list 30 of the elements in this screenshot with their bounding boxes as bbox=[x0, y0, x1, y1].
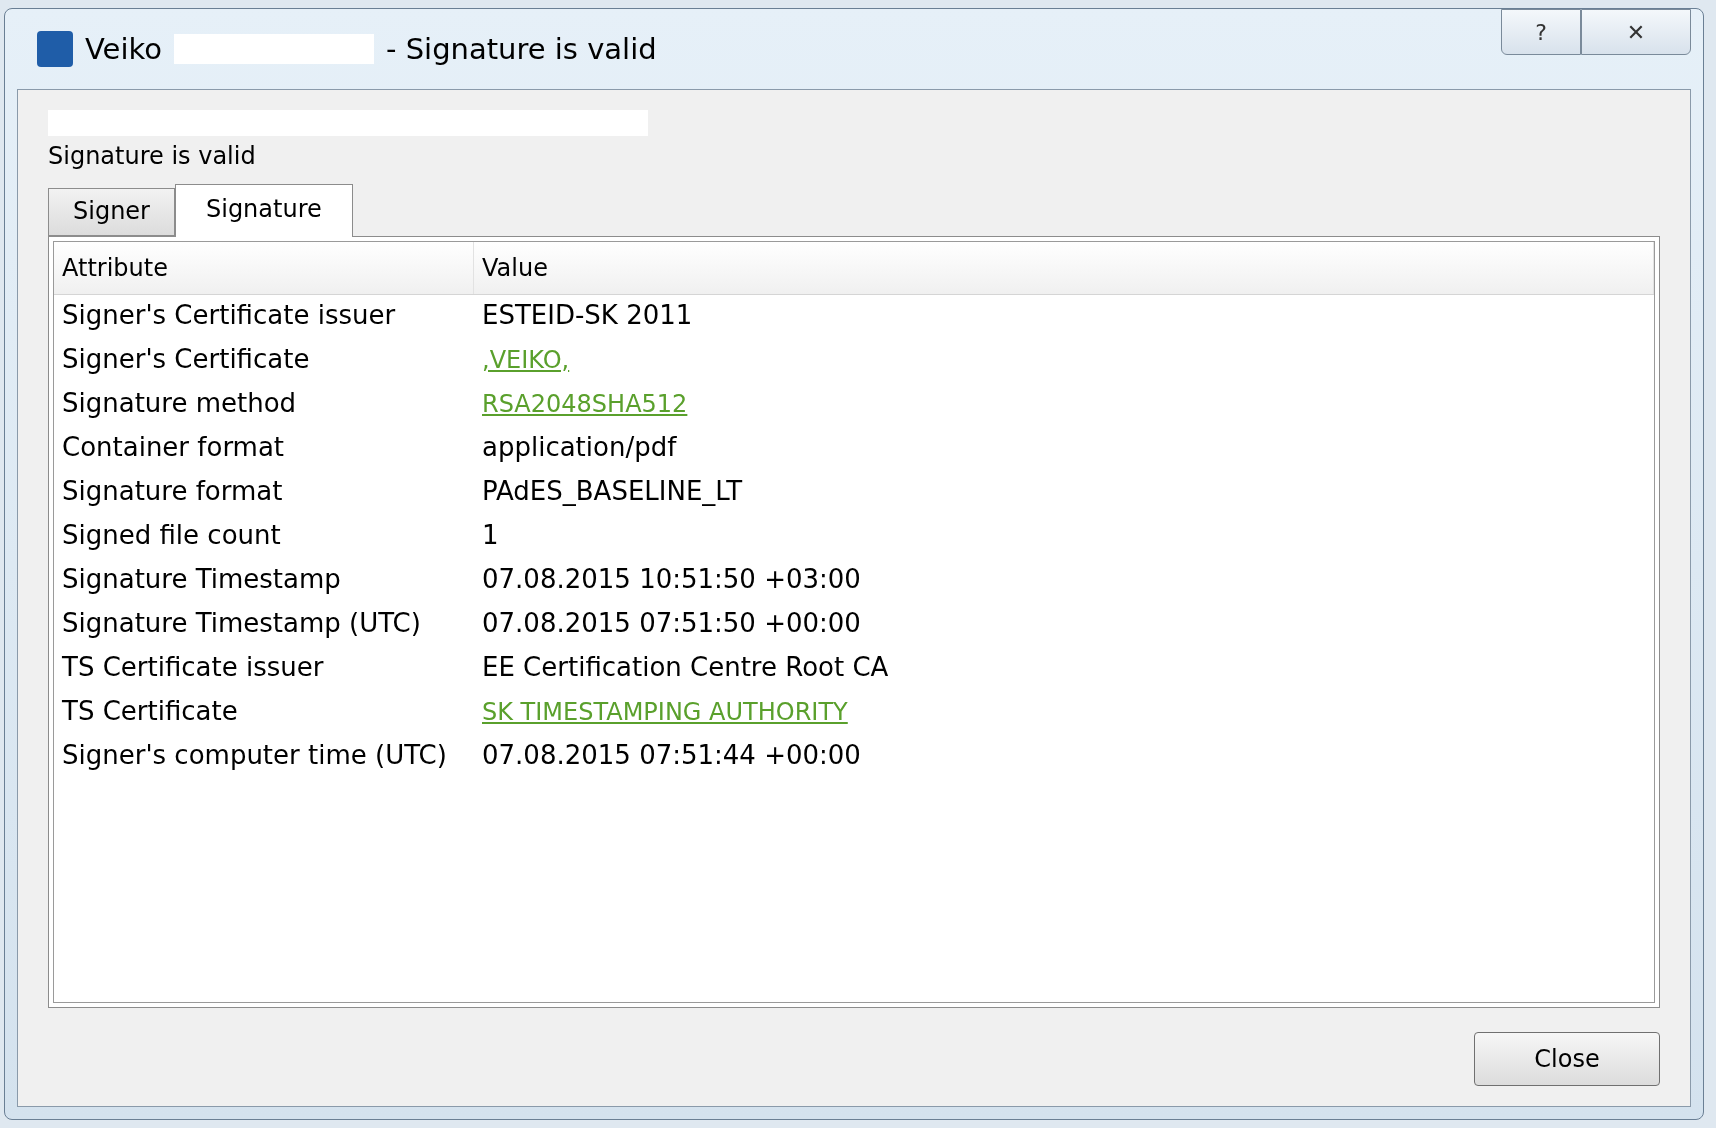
close-button[interactable]: ✕ bbox=[1581, 9, 1691, 55]
attribute-cell-text: Signed file count bbox=[61, 519, 282, 552]
value-cell-text: 07.08.2015 07:51:50 +00:00 bbox=[481, 607, 862, 640]
value-cell-text: ESTEID-SK 2011 bbox=[481, 299, 694, 332]
attribute-cell-text: Signer's Certificate bbox=[61, 343, 311, 376]
value-cell-text: 07.08.2015 07:51:44 +00:00 bbox=[481, 739, 862, 772]
value-cell-text: application/pdf bbox=[481, 431, 678, 464]
value-cell-text: EE Certification Centre Root CA bbox=[481, 651, 890, 684]
status-text: Signature is valid bbox=[48, 142, 257, 170]
value-cell-text: PAdES_BASELINE_LT bbox=[481, 475, 744, 508]
attribute-cell-text: Signature format bbox=[61, 475, 284, 508]
attribute-cell-text: Signature method bbox=[61, 387, 298, 420]
column-header: Value bbox=[474, 242, 1654, 294]
column-header: Attribute bbox=[54, 242, 474, 294]
window-title-suffix: - Signature is valid bbox=[386, 32, 657, 66]
attribute-cell-text: Signer's Certificate issuer bbox=[61, 299, 397, 332]
window-title: Veiko bbox=[85, 32, 162, 66]
help-button[interactable]: ? bbox=[1501, 9, 1581, 55]
close-button[interactable]: Close bbox=[1474, 1032, 1660, 1086]
attribute-cell-text: TS Certificate issuer bbox=[61, 651, 325, 684]
attribute-cell-text: Signer's computer time (UTC) bbox=[61, 739, 448, 772]
value-cell-text: 07.08.2015 10:51:50 +03:00 bbox=[481, 563, 862, 596]
attribute-cell-text: Container format bbox=[61, 431, 286, 464]
tab[interactable]: Signature bbox=[175, 184, 353, 237]
attribute-cell-text: Signature Timestamp bbox=[61, 563, 342, 596]
value-cell-text: 1 bbox=[481, 519, 500, 552]
attribute-cell-text: TS Certificate bbox=[61, 695, 239, 728]
attribute-cell-text: Signature Timestamp (UTC) bbox=[61, 607, 422, 640]
app-icon bbox=[37, 31, 73, 67]
tab[interactable]: Signer bbox=[48, 188, 175, 236]
